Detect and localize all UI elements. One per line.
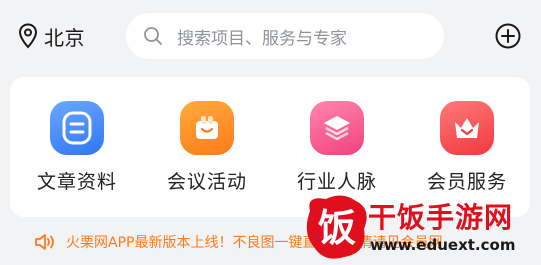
watermark-logo-char: 饭 (318, 206, 356, 250)
location-selector[interactable]: 北京 (18, 20, 85, 52)
crown-icon (440, 101, 494, 155)
shortcut-label: 文章资料 (36, 171, 117, 193)
shortcut-label: 会议活动 (166, 171, 247, 193)
top-bar: 北京 搜索项目、服务与专家 (0, 0, 541, 72)
document-icon (50, 101, 104, 155)
watermark-logo: 饭 (306, 195, 367, 259)
add-circle-icon[interactable] (494, 22, 522, 50)
shortcut-events[interactable]: 会议活动 (142, 101, 272, 201)
search-input[interactable]: 搜索项目、服务与专家 (126, 13, 444, 59)
city-label: 北京 (44, 25, 85, 50)
location-pin-icon (18, 23, 38, 49)
search-icon (144, 27, 162, 45)
watermark-url: www.eduext.com (370, 236, 516, 254)
shortcut-membership[interactable]: 会员服务 (402, 101, 532, 201)
shortcut-articles[interactable]: 文章资料 (12, 101, 142, 201)
watermark-title: 干饭手游网 (368, 201, 514, 234)
shortcut-network[interactable]: 行业人脉 (272, 101, 402, 201)
watermark: 饭 干饭手游网 www.eduext.com (300, 188, 541, 265)
layers-icon (310, 101, 364, 155)
gift-box-icon (180, 101, 234, 155)
search-placeholder: 搜索项目、服务与专家 (177, 28, 347, 49)
speaker-icon (35, 234, 54, 250)
